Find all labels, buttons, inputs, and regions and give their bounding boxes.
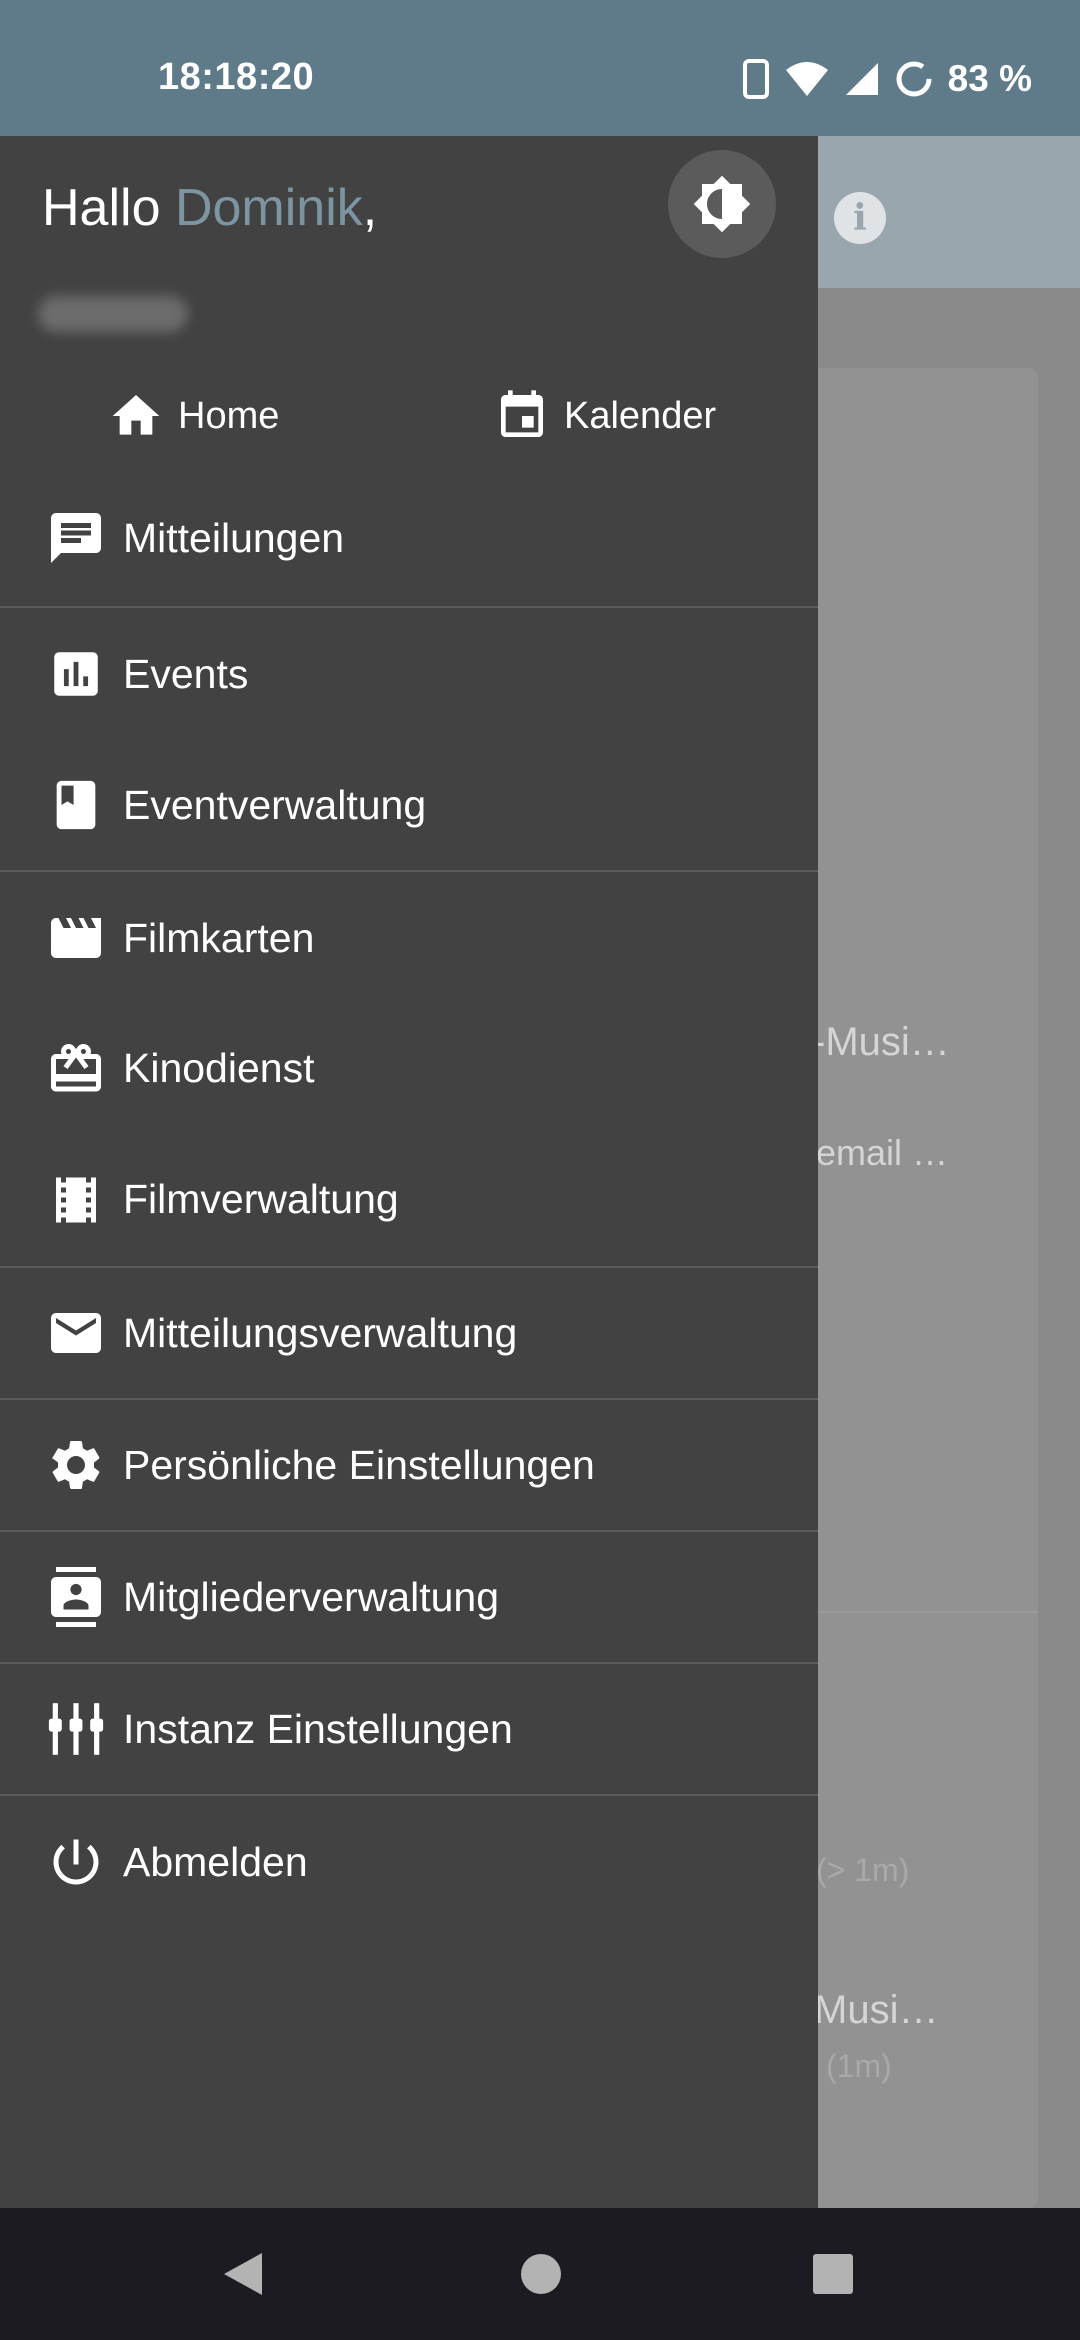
battery-saver-icon <box>896 61 932 97</box>
book-icon <box>44 773 108 837</box>
menu-item-mitteilungsverwaltung[interactable]: Mitteilungsverwaltung <box>0 1268 818 1400</box>
menu-item-mitgliederverwaltung[interactable]: Mitgliederverwaltung <box>0 1532 818 1664</box>
menu-item-label: Mitteilungen <box>123 514 345 561</box>
menu-item-filmkarten[interactable]: Filmkarten <box>0 872 818 1004</box>
recents-button[interactable] <box>812 2253 854 2295</box>
theme-toggle-button[interactable] <box>668 150 776 258</box>
film-icon <box>44 1168 108 1232</box>
status-icons: 83 % <box>742 58 1032 100</box>
message-icon <box>44 506 108 570</box>
greeting: Hallo Dominik, <box>42 178 377 238</box>
home-circle-icon <box>521 2254 561 2294</box>
greeting-suffix: , <box>362 179 378 237</box>
menu-item-label: Mitteilungsverwaltung <box>123 1309 518 1356</box>
user-role <box>38 296 188 332</box>
menu-item-mitteilungen[interactable]: Mitteilungen <box>0 470 818 608</box>
system-navigation-bar <box>0 2208 1080 2340</box>
contacts-icon <box>44 1565 108 1629</box>
background-text: Musi… <box>814 1988 939 2032</box>
wifi-icon <box>785 62 828 96</box>
home-label: Home <box>178 394 280 437</box>
brightness-icon <box>693 175 751 233</box>
menu-item-label: Filmverwaltung <box>123 1176 399 1222</box>
chart-icon <box>44 642 108 706</box>
menu-item-eventverwaltung[interactable]: Eventverwaltung <box>0 740 818 872</box>
info-icon: i <box>834 192 886 244</box>
menu-item-label: Filmkarten <box>123 914 315 961</box>
equalizer-icon <box>44 1697 108 1761</box>
home-icon <box>112 395 160 435</box>
background-text: (1m) <box>826 2048 892 2084</box>
status-bar: 18:18:20 83 % <box>0 0 1080 136</box>
menu-item-kinodienst[interactable]: Kinodienst <box>0 1004 818 1133</box>
calendar-link[interactable]: Kalender <box>494 388 716 444</box>
menu-item-events[interactable]: Events <box>0 608 818 740</box>
background-text: email … <box>816 1132 949 1173</box>
mail-icon <box>44 1301 108 1365</box>
menu-item-instanz-einstellungen[interactable]: Instanz Einstellungen <box>0 1664 818 1796</box>
menu-item-filmverwaltung[interactable]: Filmverwaltung <box>0 1133 818 1268</box>
background-text: -Musi… <box>812 1020 950 1064</box>
navigation-drawer: Hallo Dominik, Home Kalender Mitteilunge… <box>0 136 818 2208</box>
menu-item-label: Abmelden <box>123 1838 308 1885</box>
menu-item-label: Persönliche Einstellungen <box>123 1441 595 1488</box>
background-text: (> 1m) <box>816 1852 910 1888</box>
gear-icon <box>44 1433 108 1497</box>
calendar-label: Kalender <box>564 394 717 437</box>
drawer-menu: Mitteilungen Events Eventverwaltung Film… <box>0 470 818 1928</box>
menu-item-label: Kinodienst <box>123 1045 315 1091</box>
back-button[interactable] <box>222 2251 264 2297</box>
power-icon <box>44 1830 108 1894</box>
menu-item-label: Eventverwaltung <box>123 781 427 828</box>
gift-card-icon <box>44 1037 108 1101</box>
home-nav-button[interactable] <box>520 2253 562 2295</box>
home-link[interactable]: Home <box>108 388 279 444</box>
calendar-icon <box>501 390 543 437</box>
menu-item-label: Events <box>123 650 249 697</box>
recents-icon <box>813 2254 853 2294</box>
menu-item-label: Mitgliederverwaltung <box>123 1573 500 1620</box>
battery-percent: 83 % <box>947 58 1032 99</box>
menu-item-persoenliche-einstellungen[interactable]: Persönliche Einstellungen <box>0 1400 818 1532</box>
menu-item-abmelden[interactable]: Abmelden <box>0 1796 818 1928</box>
phone-vibrate-icon <box>742 59 769 99</box>
back-icon <box>224 2253 262 2295</box>
user-name: Dominik <box>174 179 363 237</box>
clapperboard-icon <box>44 906 108 970</box>
status-time: 18:18:20 <box>158 56 315 98</box>
menu-item-label: Instanz Einstellungen <box>123 1705 513 1752</box>
greeting-text: Hallo <box>42 179 161 237</box>
signal-icon <box>845 63 878 95</box>
